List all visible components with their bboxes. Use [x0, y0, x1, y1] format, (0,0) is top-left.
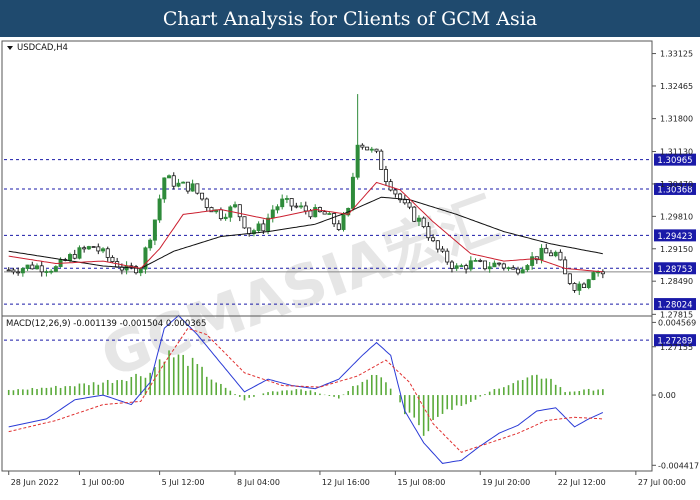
candle [379, 149, 384, 170]
time-tick-label: 22 Jul 12:00 [558, 478, 606, 487]
price-tick-label: 1.29810 [660, 212, 693, 221]
price-tick-label: 1.32465 [660, 82, 693, 91]
time-tick-label: 27 Jul 00:00 [638, 478, 686, 487]
price-tick-label: 1.33125 [660, 50, 693, 59]
chart-title: Chart Analysis for Clients of GCM Asia [0, 0, 700, 37]
time-tick-label: 19 Jul 20:00 [482, 478, 530, 487]
candle [53, 265, 58, 273]
time-tick-label: 28 Jun 2022 [11, 478, 59, 487]
candle [341, 211, 346, 232]
candle [162, 177, 167, 203]
candle [350, 172, 355, 212]
candle [91, 246, 96, 248]
candle [134, 264, 139, 275]
candle [365, 146, 370, 151]
price-tick-label: 1.27155 [660, 343, 693, 352]
candle [77, 245, 82, 260]
candle [445, 248, 450, 265]
level-label-2: 1.29423 [657, 232, 692, 242]
symbol-label: USDCAD,H4 [17, 43, 68, 53]
time-tick-label: 8 Jul 04:00 [237, 478, 280, 487]
chart-area: GCMASIA宏汇 1.309651.303681.294231.287531.… [1, 40, 699, 487]
level-label-0: 1.30965 [657, 156, 692, 166]
price-tick-label: 1.31130 [660, 148, 693, 157]
time-tick-label: 1 Jul 00:00 [81, 478, 124, 487]
candle [242, 216, 247, 229]
candle [157, 194, 162, 223]
time-tick-label: 15 Jul 08:00 [397, 478, 445, 487]
macd-tick-label: 0.004569 [658, 318, 696, 327]
candle [195, 183, 200, 195]
time-tick-label: 12 Jul 16:00 [322, 478, 370, 487]
candle [567, 273, 572, 286]
level-label-3: 1.28753 [657, 265, 692, 275]
price-tick-label: 1.28490 [660, 277, 693, 286]
candle [412, 206, 417, 222]
time-axis: 28 Jun 2022 1 Jul 00:00 5 Jul 12:00 8 Jul 0… [8, 471, 686, 487]
candle [591, 270, 596, 281]
time-tick-label: 5 Jul 12:00 [162, 478, 205, 487]
level-label-4: 1.28024 [657, 301, 692, 311]
candle [586, 278, 591, 290]
candle [482, 260, 487, 271]
macd-tick-label: -0.004417 [658, 461, 699, 470]
price-tick-label: 1.29150 [660, 245, 693, 254]
price-tick-label: 1.30470 [660, 180, 693, 189]
price-tick-label: 1.31800 [660, 115, 693, 124]
candle [421, 216, 426, 229]
macd-label: MACD(12,26,9) -0.001139 -0.001504 0.0003… [6, 319, 206, 329]
macd-tick-label: 0.00 [658, 391, 676, 400]
